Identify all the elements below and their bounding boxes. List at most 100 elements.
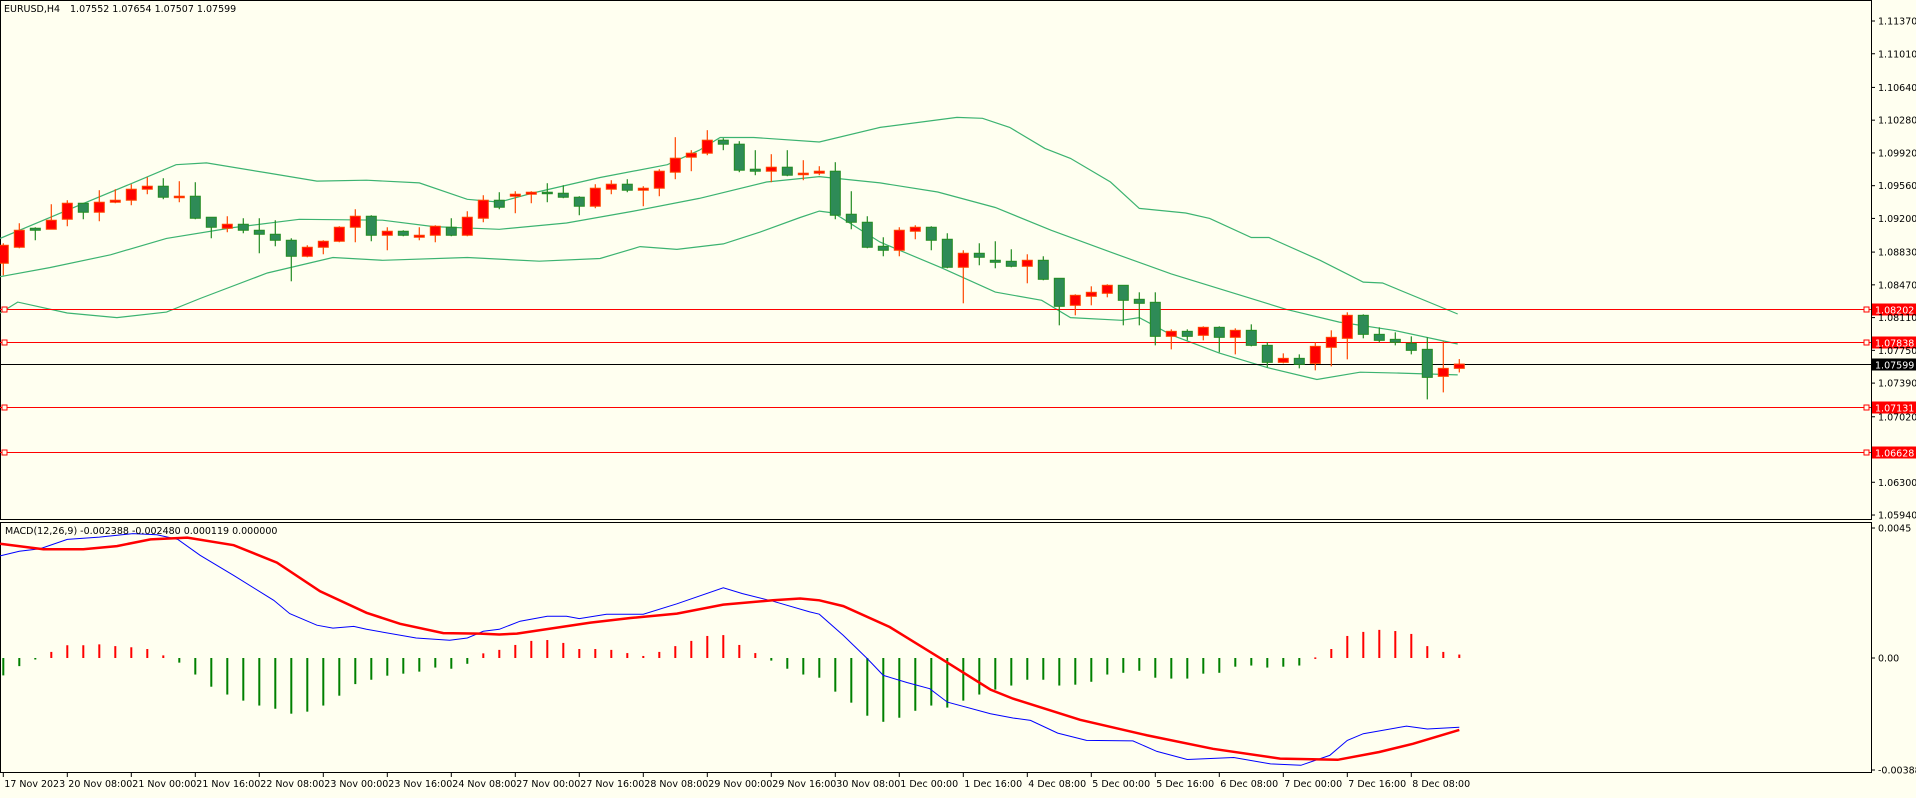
macd-histogram-bar (1122, 658, 1125, 673)
candle-body (109, 199, 121, 203)
macd-axis-label: 0.0045 (1878, 524, 1911, 535)
candle-body (1149, 301, 1161, 337)
time-axis-label: 1 Dec 00:00 (900, 779, 958, 790)
candle-body (285, 239, 297, 257)
macd-histogram-bar (1026, 658, 1029, 680)
price-axis-label: 1.09200 (1878, 214, 1916, 225)
candle-body (93, 201, 105, 213)
macd-histogram-bar (210, 658, 213, 687)
macd-histogram-bar (66, 645, 69, 658)
level-anchor-handle[interactable] (1863, 339, 1870, 346)
chart-window[interactable]: 1.082021.078381.071311.066281.113701.110… (0, 0, 1916, 798)
candle-body (477, 199, 489, 219)
macd-histogram-bar (482, 653, 485, 658)
level-anchor-handle[interactable] (1863, 306, 1870, 313)
macd-histogram-bar (498, 649, 501, 658)
time-axis-label: 6 Dec 08:00 (1220, 779, 1278, 790)
candle-body (1005, 260, 1017, 267)
candle-body (1389, 338, 1401, 343)
level-anchor-handle[interactable] (1, 404, 8, 411)
time-axis-label: 21 Nov 00:00 (132, 779, 196, 790)
time-axis-label: 7 Dec 00:00 (1284, 779, 1342, 790)
candle-body (845, 213, 857, 223)
candle-body (1165, 330, 1177, 337)
macd-histogram-bar (1010, 658, 1013, 686)
candle-body (365, 215, 377, 236)
candle-body (1325, 336, 1337, 348)
level-anchor-handle[interactable] (1863, 449, 1870, 456)
candle-body (429, 225, 441, 236)
macd-histogram-bar (2, 658, 5, 676)
price-axis-label: 1.08830 (1878, 248, 1916, 259)
candle-body (445, 226, 457, 236)
candle-body (173, 195, 185, 199)
macd-axis-label: -0.003884 (1878, 766, 1916, 777)
candle-body (1101, 284, 1113, 294)
candle-body (781, 166, 793, 176)
macd-histogram-bar (1458, 654, 1461, 658)
macd-histogram-bar (962, 658, 965, 701)
macd-histogram-bar (306, 658, 309, 712)
macd-histogram-bar (434, 658, 437, 668)
macd-histogram-bar (450, 658, 453, 669)
price-axis-label: 1.10640 (1878, 83, 1916, 94)
price-panel[interactable] (0, 0, 1872, 520)
candle-body (1357, 314, 1369, 335)
candle-body (1453, 363, 1465, 369)
time-axis-label: 20 Nov 08:00 (68, 779, 132, 790)
candle-body (733, 143, 745, 171)
candle-body (461, 216, 473, 236)
macd-histogram-bar (786, 658, 789, 669)
macd-histogram-bar (1154, 658, 1157, 678)
macd-histogram-bar (1090, 658, 1093, 682)
macd-histogram-bar (34, 658, 37, 660)
time-axis-label: 29 Nov 00:00 (708, 779, 772, 790)
bull-candle (589, 184, 601, 209)
bull-candle (301, 245, 313, 258)
macd-panel[interactable] (0, 522, 1872, 773)
level-anchor-handle[interactable] (1, 306, 8, 313)
price-axis-label: 1.06300 (1878, 478, 1916, 489)
candle-body (813, 170, 825, 174)
candle-body (125, 188, 137, 201)
level-anchor-handle[interactable] (1, 339, 8, 346)
candle-body (637, 187, 649, 191)
macd-histogram-bar (722, 635, 725, 658)
macd-histogram-bar (770, 658, 773, 661)
level-anchor-handle[interactable] (1, 449, 8, 456)
level-anchor-handle[interactable] (1863, 404, 1870, 411)
macd-histogram-bar (610, 649, 613, 658)
price-axis-label: 1.09920 (1878, 148, 1916, 159)
candle-body (701, 139, 713, 154)
macd-axis-label: 0.00 (1878, 654, 1899, 665)
macd-histogram-bar (194, 658, 197, 675)
candle-body (253, 229, 265, 235)
macd-histogram-bar (226, 658, 229, 695)
macd-histogram-bar (1058, 658, 1061, 686)
candle-body (1037, 259, 1049, 280)
candle-body (205, 216, 217, 228)
candle-body (893, 229, 905, 251)
candle-body (77, 202, 89, 213)
time-axis-label: 17 Nov 2023 (4, 779, 65, 790)
macd-histogram-bar (1346, 635, 1349, 658)
macd-histogram-bar (1394, 631, 1397, 658)
macd-histogram-bar (322, 658, 325, 706)
candle-body (573, 196, 585, 207)
candle-body (1277, 357, 1289, 363)
candle-body (749, 168, 761, 172)
candle-body (397, 230, 409, 236)
macd-histogram-bar (930, 658, 933, 706)
level-price-label: 1.06628 (1875, 449, 1914, 460)
macd-histogram-bar (706, 635, 709, 658)
time-axis-label: 5 Dec 16:00 (1156, 779, 1214, 790)
candle-body (685, 152, 697, 158)
time-axis-label: 29 Nov 16:00 (772, 779, 836, 790)
macd-histogram-bar (114, 646, 117, 658)
time-axis-label: 30 Nov 08:00 (836, 779, 900, 790)
macd-histogram-bar (978, 658, 981, 695)
candle-body (1373, 333, 1385, 341)
macd-histogram-bar (178, 658, 181, 663)
macd-histogram-bar (386, 658, 389, 676)
candle-body (765, 166, 777, 172)
